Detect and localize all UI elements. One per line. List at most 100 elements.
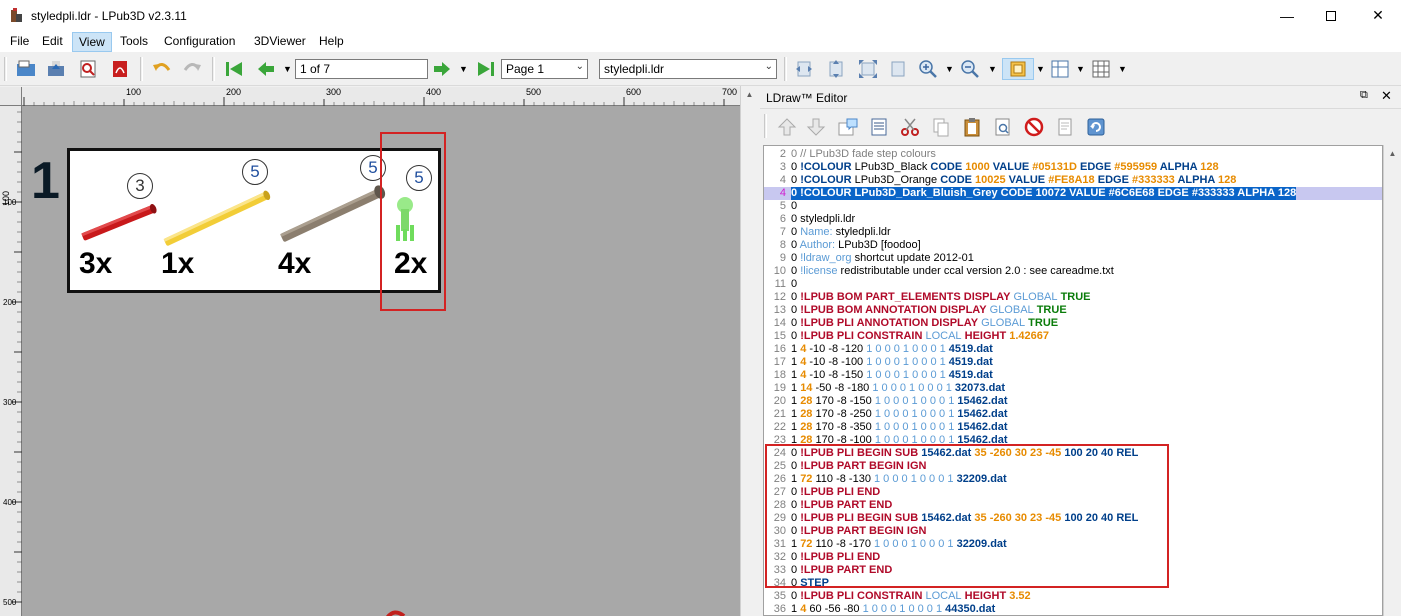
redo-icon[interactable] [180, 58, 204, 80]
step-number[interactable]: 1 [31, 155, 60, 207]
menu-view[interactable]: View [72, 32, 112, 52]
zoom-out-icon[interactable] [958, 58, 982, 80]
stop-icon[interactable] [1022, 115, 1046, 139]
editor-line[interactable]: 50 [764, 200, 1382, 213]
next-page-icon[interactable] [430, 58, 454, 80]
ruler-icon[interactable] [1048, 58, 1072, 80]
yellow-axle-part[interactable] [158, 189, 274, 249]
red-axle-part[interactable] [76, 203, 160, 243]
editor-line[interactable]: 2 0 // LPub3D fade step colours [764, 148, 1382, 161]
editor-line[interactable]: 80 Author: LPub3D [foodoo] [764, 239, 1382, 252]
scroll-up-icon[interactable]: ▲ [1384, 145, 1401, 162]
format-icon[interactable] [867, 115, 891, 139]
cut-icon[interactable] [898, 115, 922, 139]
editor-line[interactable]: 12 0 !LPUB BOM PART_ELEMENTS DISPLAY GLOB… [764, 291, 1382, 304]
comment-icon[interactable] [836, 115, 860, 139]
code-token: 0 [791, 278, 798, 290]
paste-icon[interactable] [960, 115, 984, 139]
last-page-icon[interactable] [474, 58, 498, 80]
save-icon[interactable] [44, 58, 68, 80]
close-button[interactable]: ✕ [1355, 0, 1401, 31]
editor-scrollbar[interactable]: ▲ [1383, 145, 1400, 616]
previous-page-icon[interactable] [254, 58, 278, 80]
ruler-label: 400 [426, 87, 442, 97]
menu-help[interactable]: Help [319, 34, 344, 48]
page-grid-icon[interactable] [1002, 58, 1034, 80]
code-token: Author: [799, 239, 836, 251]
code-token: ALPHA [1159, 161, 1198, 173]
zoom-in-icon[interactable] [916, 58, 940, 80]
actual-size-icon[interactable] [886, 58, 910, 80]
ruler-label: 300 [326, 87, 342, 97]
menu-configuration[interactable]: Configuration [164, 34, 235, 48]
code-token: HEIGHT [961, 330, 1007, 342]
page-number-field[interactable]: 1 of 7 [295, 59, 428, 79]
print-preview-icon[interactable] [76, 58, 100, 80]
editor-line[interactable]: 3 0 !COLOUR LPub3D_Black CODE 1000 VALUE … [764, 161, 1382, 174]
export-pdf-icon[interactable] [108, 58, 132, 80]
editor-line[interactable]: 70 Name: styledpli.ldr [764, 226, 1382, 239]
chevron-down-icon[interactable]: ▼ [1118, 64, 1127, 74]
menu-file[interactable]: File [10, 34, 29, 48]
copy-icon[interactable] [929, 115, 953, 139]
fit-visible-icon[interactable] [824, 58, 848, 80]
line-number: 12 [773, 291, 786, 303]
part-quantity: 4x [278, 247, 312, 280]
chevron-down-icon[interactable]: ▼ [988, 64, 997, 74]
editor-line[interactable]: 21 1 28 170 -8 -250 1 0 0 0 1 0 0 0 1 154… [764, 408, 1382, 421]
chevron-down-icon[interactable]: ▼ [1036, 64, 1045, 74]
first-page-icon[interactable] [222, 58, 246, 80]
editor-line[interactable]: 36 1 4 60 -56 -80 1 0 0 0 1 0 0 0 1 44350… [764, 603, 1382, 615]
editor-line[interactable]: 35 0 !LPUB PLI CONSTRAIN LOCAL HEIGHT 3.5… [764, 590, 1382, 603]
chevron-down-icon[interactable]: ▼ [283, 64, 292, 74]
part-annotation: 3 [127, 173, 153, 199]
chevron-down-icon[interactable]: ▼ [459, 64, 468, 74]
toolbar-grip [4, 57, 7, 81]
editor-line[interactable]: 10 0 !license redistributable under ccal … [764, 265, 1382, 278]
dark-tan-axle-part[interactable] [275, 185, 391, 245]
page-select[interactable]: Page 1 ⌄ [501, 59, 588, 79]
undo-icon[interactable] [150, 58, 174, 80]
exclude-icon[interactable] [775, 115, 799, 139]
canvas-scrollbar[interactable]: ▲ [740, 86, 757, 616]
editor-line[interactable]: 16 1 4 -10 -8 -120 1 0 0 0 1 0 0 0 1 4519… [764, 343, 1382, 356]
code-token: LPub3D_Black [851, 161, 931, 173]
editor-line[interactable]: 20 1 28 170 -8 -150 1 0 0 0 1 0 0 0 1 154… [764, 395, 1382, 408]
undock-icon[interactable]: ⧉ [1360, 89, 1368, 102]
editor-line[interactable]: 11 0 [764, 278, 1382, 291]
menu-3dviewer[interactable]: 3DViewer [254, 34, 306, 48]
fit-scene-icon[interactable] [856, 58, 880, 80]
fit-width-icon[interactable] [792, 58, 816, 80]
line-code: 1 28 170 -8 -150 1 0 0 0 1 0 0 0 1 15462… [791, 395, 1008, 408]
editor-line[interactable]: 4 0 !COLOUR LPub3D_Dark_Bluish_Grey CODE … [764, 187, 1382, 200]
refresh-icon[interactable] [1084, 115, 1108, 139]
editor-line[interactable]: 13 0 !LPUB BOM ANNOTATION DISPLAY GLOBAL … [764, 304, 1382, 317]
editor-line[interactable]: 40 !COLOUR LPub3D_Orange CODE 10025 VALU… [764, 174, 1382, 187]
find-icon[interactable] [991, 115, 1015, 139]
editor-line[interactable]: 17 1 4 -10 -8 -100 1 0 0 0 1 0 0 0 1 4519… [764, 356, 1382, 369]
preview-icon[interactable] [804, 115, 828, 139]
chevron-down-icon[interactable]: ▼ [945, 64, 954, 74]
ruler-label: 500 [3, 598, 17, 607]
editor-line[interactable]: 22 1 28 170 -8 -350 1 0 0 0 1 0 0 0 1 154… [764, 421, 1382, 434]
menu-edit[interactable]: Edit [42, 34, 63, 48]
scroll-up-icon[interactable]: ▲ [741, 86, 758, 103]
document-icon[interactable] [1053, 115, 1077, 139]
model-select[interactable]: styledpli.ldr ⌄ [599, 59, 777, 79]
editor-line[interactable]: 19 1 14 -50 -8 -180 1 0 0 0 1 0 0 0 1 320… [764, 382, 1382, 395]
editor-line[interactable]: 18 1 4 -10 -8 -150 1 0 0 0 1 0 0 0 1 4519… [764, 369, 1382, 382]
code-token: !LPUB PLI CONSTRAIN [800, 330, 923, 342]
editor-line[interactable]: 6 0 styledpli.ldr [764, 213, 1382, 226]
window-title: styledpli.ldr - LPub3D v2.3.11 [31, 9, 187, 23]
editor-line[interactable]: 14 0 !LPUB PLI ANNOTATION DISPLAY GLOBAL … [764, 317, 1382, 330]
close-dock-icon[interactable]: ✕ [1381, 88, 1392, 104]
grid-icon[interactable] [1089, 58, 1113, 80]
maximize-button[interactable] [1308, 0, 1354, 31]
open-icon[interactable] [14, 58, 38, 80]
menu-tools[interactable]: Tools [120, 34, 148, 48]
code-token: !LPUB PLI ANNOTATION DISPLAY [800, 317, 979, 329]
minimize-button[interactable]: — [1264, 0, 1310, 31]
editor-line[interactable]: 90 !ldraw_org shortcut update 2012-01 [764, 252, 1382, 265]
editor-line[interactable]: 15 0 !LPUB PLI CONSTRAIN LOCAL HEIGHT 1.4… [764, 330, 1382, 343]
chevron-down-icon[interactable]: ▼ [1076, 64, 1085, 74]
